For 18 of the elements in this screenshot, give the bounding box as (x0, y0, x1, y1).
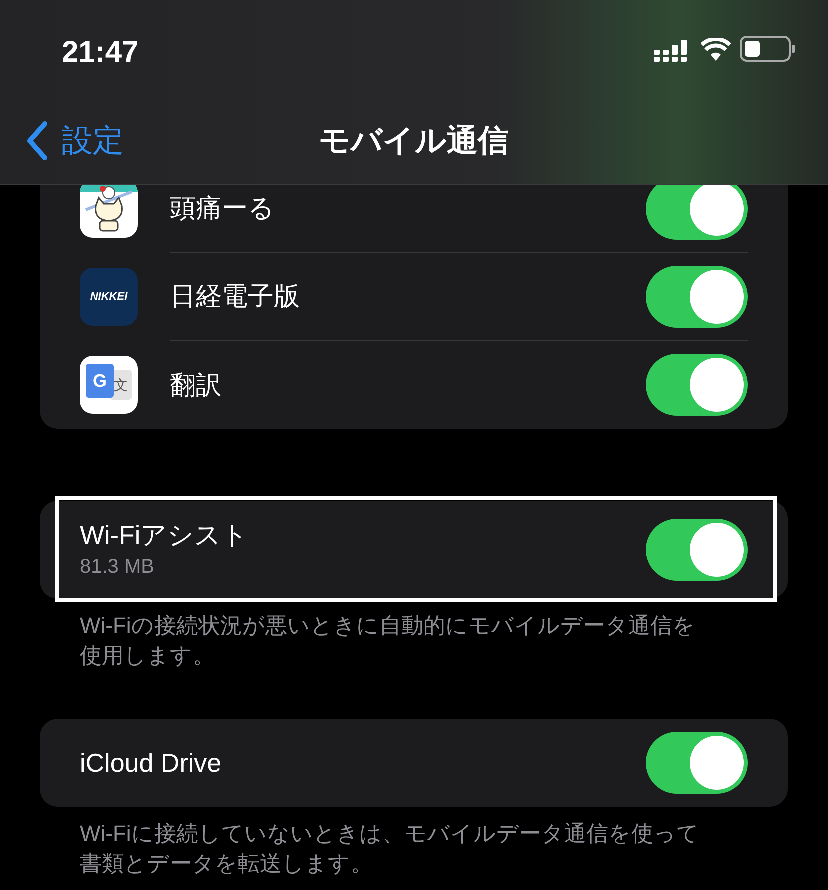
wifi-icon (701, 38, 731, 62)
usage-amount: 81.3 MB (80, 555, 156, 580)
chevron-left-icon (26, 121, 48, 162)
app-icon: G 文 (80, 356, 138, 414)
nav-title: モバイル通信 (318, 122, 510, 160)
toggle-switch[interactable] (646, 185, 748, 240)
app-icon: NIKKEI (80, 268, 138, 326)
app-name: 日経電子版 (170, 280, 301, 313)
back-button[interactable]: 設定 (26, 118, 124, 164)
footer-note: Wi-Fiに接続していないときは、モバイルデータ通信を使って書類とデータを転送します。 (80, 820, 700, 878)
setting-label: Wi-Fiアシスト (80, 519, 250, 552)
battery-icon (740, 36, 796, 62)
setting-label: iCloud Drive (80, 747, 223, 780)
footer-note: Wi-Fiの接続状況が悪いときに自動的にモバイルデータ通信を使用します。 (80, 612, 696, 670)
app-name: 頭痛ーる (170, 192, 276, 225)
signal-icon (654, 40, 688, 62)
status-time: 21:47 (62, 35, 139, 71)
app-name: 翻訳 (170, 368, 223, 402)
